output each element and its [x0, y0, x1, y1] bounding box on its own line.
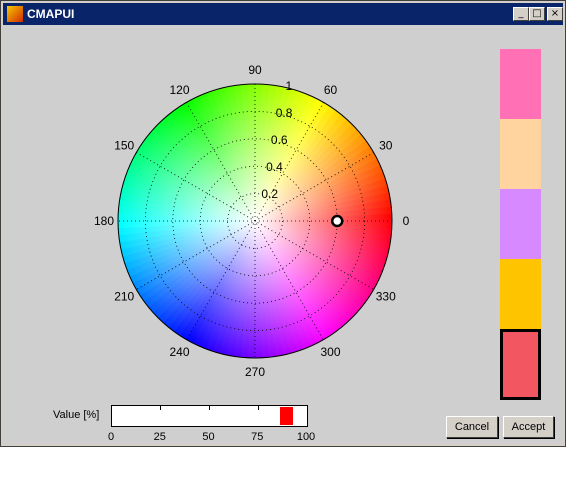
angle-label: 180: [94, 214, 114, 228]
color-chip[interactable]: [500, 49, 541, 119]
slider-tick-label: 50: [202, 431, 215, 443]
angle-label: 150: [114, 139, 134, 153]
slider-tick: [209, 406, 210, 410]
angle-label: 270: [245, 365, 265, 379]
angle-label: 240: [169, 345, 189, 359]
radius-label: 1: [285, 79, 292, 93]
slider-thumb[interactable]: [279, 407, 293, 425]
slider-tick: [160, 406, 161, 410]
slider-tick-label: 25: [153, 431, 166, 443]
accept-button[interactable]: Accept: [503, 416, 554, 438]
color-chip[interactable]: [500, 189, 541, 259]
angle-label: 90: [248, 63, 262, 77]
angle-label: 60: [324, 83, 338, 97]
value-slider-label: Value [%]: [53, 409, 100, 421]
slider-tick-label: 75: [251, 431, 264, 443]
radius-label: 0.6: [271, 133, 288, 147]
angle-label: 210: [114, 290, 134, 304]
color-chip-selected[interactable]: [500, 329, 541, 400]
color-chip[interactable]: [500, 119, 541, 189]
radius-label: 0.8: [276, 106, 293, 120]
color-chip[interactable]: [500, 259, 541, 329]
angle-label: 30: [379, 139, 393, 153]
cmapui-window: CMAPUI _ □ × 0 30 60 90 120 150 180 210 240 270 30…: [0, 0, 566, 447]
angle-label: 330: [376, 290, 396, 304]
value-slider[interactable]: [111, 405, 308, 427]
color-marker[interactable]: [330, 214, 344, 228]
slider-tick-label: 100: [296, 431, 316, 443]
polar-color-wheel[interactable]: 0 30 60 90 120 150 180 210 240 270 300 330 0.2 0.4 0.6…: [1, 1, 567, 401]
angle-label: 0: [403, 214, 410, 228]
slider-tick-label: 0: [107, 431, 115, 443]
radius-label: 0.2: [261, 187, 278, 201]
cancel-button[interactable]: Cancel: [446, 416, 498, 438]
angle-label: 300: [320, 345, 340, 359]
slider-tick: [258, 406, 259, 410]
radius-label: 0.4: [266, 160, 283, 174]
angle-label: 120: [169, 83, 189, 97]
